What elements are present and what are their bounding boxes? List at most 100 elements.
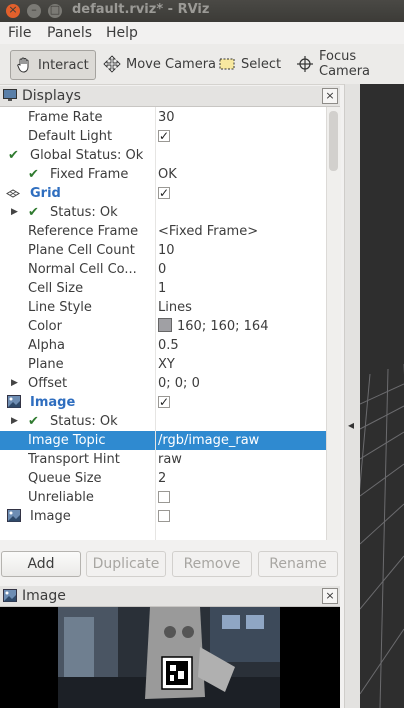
- tree-row-image-topic[interactable]: Image Topic /rgb/image_raw: [0, 431, 326, 450]
- image-enabled-checkbox[interactable]: ✓: [158, 395, 170, 409]
- tree-row-color[interactable]: Color 160; 160; 164: [0, 317, 326, 336]
- image-display-icon: [7, 395, 21, 410]
- property-value[interactable]: XY: [158, 355, 175, 374]
- rename-button[interactable]: Rename: [258, 551, 338, 577]
- tree-row-default-light[interactable]: Default Light ✓: [0, 127, 326, 146]
- tree-row-grid-status[interactable]: ▶ ✔ Status: Ok: [0, 203, 326, 222]
- add-button[interactable]: Add: [1, 551, 81, 577]
- tree-row-global-status[interactable]: ✔ Global Status: Ok: [0, 146, 326, 165]
- property-value[interactable]: 0: [158, 260, 166, 279]
- window-title-bar: × – □ default.rviz* - RViz: [0, 0, 404, 22]
- check-icon: ✓: [159, 129, 170, 143]
- tree-row-image-display[interactable]: Image ✓: [0, 393, 326, 412]
- property-key: Reference Frame: [28, 224, 139, 239]
- color-swatch[interactable]: [158, 318, 172, 332]
- default-light-checkbox[interactable]: ✓: [158, 129, 170, 143]
- property-value[interactable]: 2: [158, 469, 166, 488]
- interact-tool-button[interactable]: Interact: [10, 50, 96, 80]
- window-minimize-button[interactable]: –: [27, 3, 41, 18]
- grid-enabled-checkbox[interactable]: ✓: [158, 186, 170, 200]
- camera-frame: [58, 607, 280, 708]
- expand-arrow-icon[interactable]: ▶: [11, 203, 18, 222]
- property-value[interactable]: Lines: [158, 298, 192, 317]
- property-key: Global Status: Ok: [30, 148, 144, 163]
- property-key: Line Style: [28, 300, 92, 315]
- menu-help[interactable]: Help: [106, 25, 138, 41]
- expand-arrow-icon[interactable]: ▶: [11, 374, 18, 393]
- remove-button[interactable]: Remove: [172, 551, 252, 577]
- collapse-arrow-icon[interactable]: ◂: [348, 418, 354, 432]
- tree-row-queue-size[interactable]: Queue Size 2: [0, 469, 326, 488]
- menu-panels[interactable]: Panels: [47, 25, 92, 41]
- property-value[interactable]: 30: [158, 108, 175, 127]
- property-value[interactable]: 10: [158, 241, 175, 260]
- tree-row-frame-rate[interactable]: Frame Rate 30: [0, 108, 326, 127]
- displays-button-row: Add Duplicate Remove Rename: [0, 548, 340, 578]
- focus-camera-label: Focus Camera: [319, 49, 371, 79]
- select-rectangle-icon: [218, 55, 236, 73]
- displays-scrollbar[interactable]: [326, 107, 341, 540]
- move-camera-tool-button[interactable]: Move Camera: [99, 50, 222, 78]
- property-value[interactable]: raw: [158, 450, 182, 469]
- duplicate-button[interactable]: Duplicate: [86, 551, 166, 577]
- expand-arrow-icon[interactable]: ▶: [11, 412, 18, 431]
- property-value[interactable]: 0.5: [158, 336, 179, 355]
- image-2-enabled-checkbox[interactable]: [158, 510, 170, 522]
- column-divider[interactable]: [155, 107, 156, 540]
- image-panel-close-button[interactable]: ×: [322, 588, 338, 604]
- move-camera-label: Move Camera: [126, 56, 217, 72]
- grid-lines: [360, 364, 404, 708]
- window-maximize-button[interactable]: □: [48, 3, 62, 18]
- color-value[interactable]: 160; 160; 164: [158, 317, 268, 336]
- property-value[interactable]: <Fixed Frame>: [158, 222, 258, 241]
- property-value: OK: [158, 167, 177, 182]
- tree-row-fixed-frame[interactable]: ✔ Fixed Frame OK: [0, 165, 326, 184]
- focus-camera-tool-button[interactable]: Focus Camera: [292, 49, 404, 79]
- property-key: Offset: [28, 376, 68, 391]
- unreliable-checkbox[interactable]: [158, 491, 170, 503]
- panel-splitter[interactable]: ◂: [344, 84, 361, 708]
- tree-row-grid[interactable]: Grid ✓: [0, 184, 326, 203]
- 3d-viewport[interactable]: [360, 84, 404, 708]
- tree-row-plane-cell-count[interactable]: Plane Cell Count 10: [0, 241, 326, 260]
- property-value[interactable]: /rgb/image_raw: [158, 431, 259, 450]
- tree-row-alpha[interactable]: Alpha 0.5: [0, 336, 326, 355]
- select-tool-button[interactable]: Select: [214, 50, 287, 78]
- property-key: Plane: [28, 357, 64, 372]
- property-key: Unreliable: [28, 490, 94, 505]
- tree-row-reference-frame[interactable]: Reference Frame <Fixed Frame>: [0, 222, 326, 241]
- tree-row-image-status[interactable]: ▶ ✔ Status: Ok: [0, 412, 326, 431]
- hand-icon: [15, 56, 33, 74]
- scrollbar-thumb[interactable]: [329, 111, 338, 171]
- property-key: Fixed Frame: [50, 167, 129, 182]
- property-key: Color: [28, 319, 62, 334]
- check-icon: ✓: [159, 186, 170, 200]
- status-ok-icon: ✔: [8, 148, 19, 163]
- displays-panel-close-button[interactable]: ×: [322, 88, 338, 104]
- property-key: Plane Cell Count: [28, 243, 135, 258]
- property-key: Default Light: [28, 129, 113, 144]
- property-key: Status: Ok: [50, 205, 118, 220]
- property-key: Alpha: [28, 338, 65, 353]
- tree-row-image-display-2[interactable]: Image: [0, 507, 326, 526]
- camera-image-view: [0, 607, 340, 708]
- tree-row-cell-size[interactable]: Cell Size 1: [0, 279, 326, 298]
- menu-file[interactable]: File: [8, 25, 31, 41]
- image-display-label: Image: [30, 509, 71, 524]
- close-icon: ×: [8, 3, 18, 16]
- tree-row-offset[interactable]: ▶ Offset 0; 0; 0: [0, 374, 326, 393]
- window-close-button[interactable]: ×: [6, 3, 20, 18]
- displays-panel-title: Displays: [22, 88, 81, 104]
- image-display-icon: [7, 509, 21, 524]
- tree-row-line-style[interactable]: Line Style Lines: [0, 298, 326, 317]
- property-value[interactable]: 0; 0; 0: [158, 374, 200, 393]
- tree-row-transport-hint[interactable]: Transport Hint raw: [0, 450, 326, 469]
- tree-row-plane[interactable]: Plane XY: [0, 355, 326, 374]
- tree-row-normal-cell-count[interactable]: Normal Cell Co... 0: [0, 260, 326, 279]
- displays-tree: Frame Rate 30 Default Light ✓ ✔ Global S…: [0, 107, 326, 540]
- tree-row-unreliable[interactable]: Unreliable: [0, 488, 326, 507]
- property-value[interactable]: 1: [158, 279, 166, 298]
- image-icon: [3, 589, 17, 602]
- grid-display-label: Grid: [30, 186, 61, 201]
- image-panel-title: Image: [22, 588, 66, 604]
